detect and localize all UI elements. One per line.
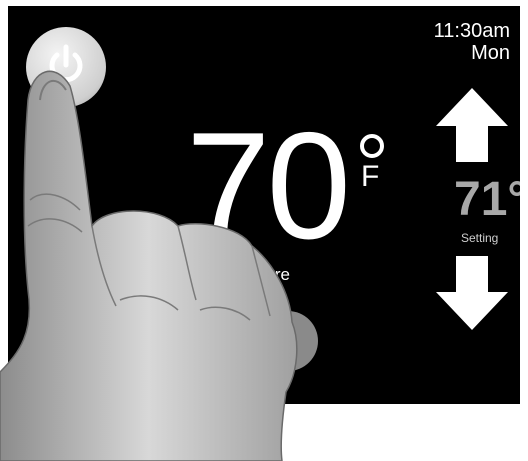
clock: 11:30am Mon [434, 20, 510, 64]
arrow-down-icon [436, 256, 508, 330]
thermostat-screen: 11:30am Mon 70 F emperature 71° Setting [8, 6, 520, 404]
degree-symbol [360, 134, 384, 158]
power-button[interactable] [26, 27, 106, 107]
hidden-button[interactable] [106, 216, 176, 276]
current-temperature: 70 [186, 101, 351, 271]
hidden-button[interactable] [258, 311, 318, 371]
temperature-unit: F [361, 160, 380, 193]
power-icon [49, 44, 83, 83]
setpoint-label: Setting [461, 231, 499, 245]
clock-day: Mon [471, 42, 510, 64]
clock-time: 11:30am [433, 20, 510, 42]
decrease-setpoint-button[interactable] [436, 256, 508, 335]
current-temperature-label: emperature [203, 265, 290, 284]
increase-setpoint-button[interactable] [436, 88, 508, 167]
arrow-up-icon [436, 88, 508, 162]
setpoint-value: 71° [454, 173, 520, 226]
